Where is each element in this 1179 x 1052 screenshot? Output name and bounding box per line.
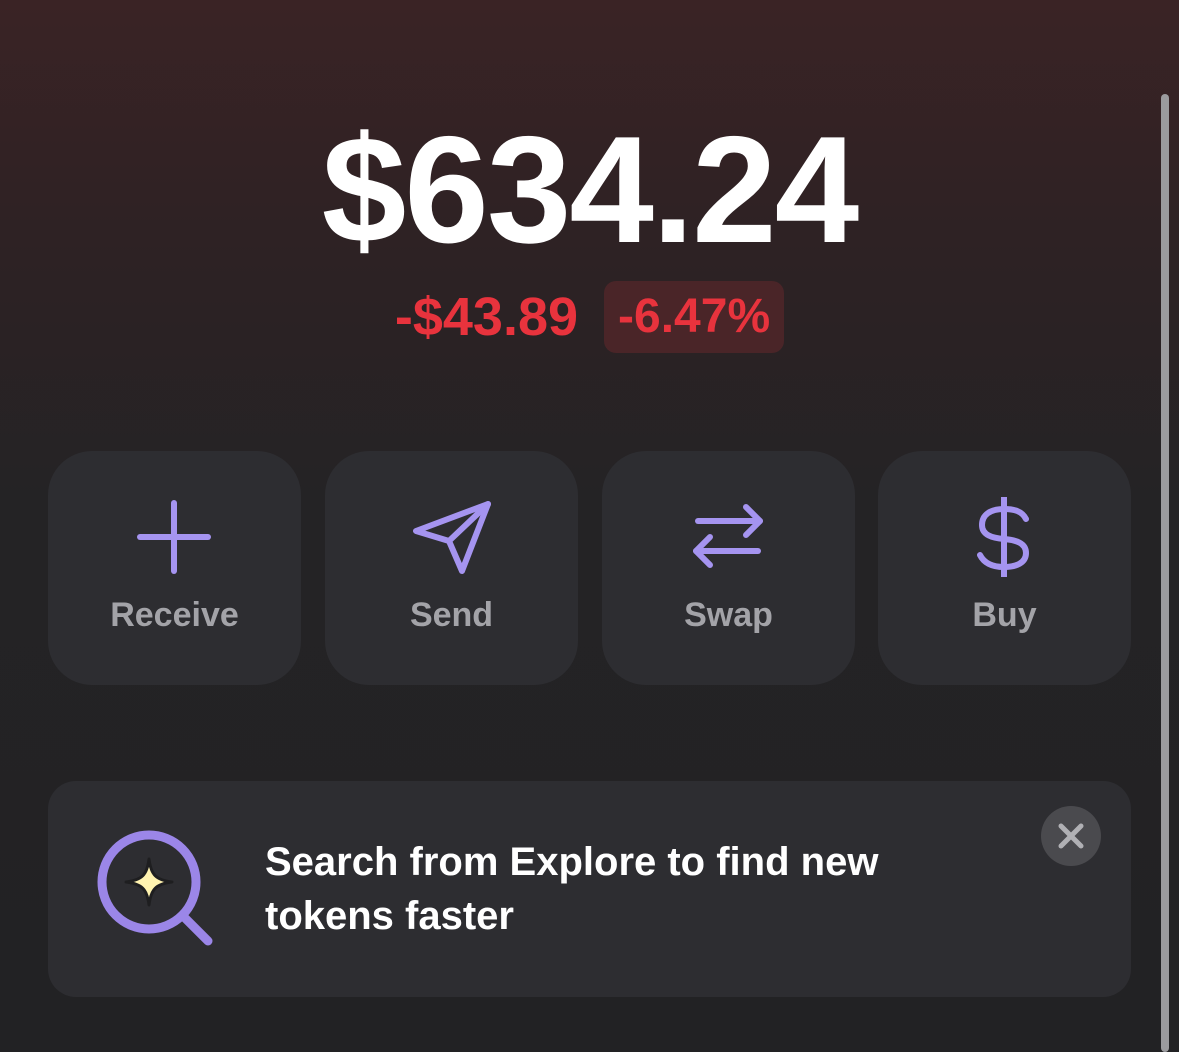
close-button[interactable] [1041, 806, 1101, 866]
status-bar-clipped [0, 0, 1179, 6]
send-button[interactable]: Send [325, 451, 578, 685]
send-icon [413, 501, 491, 574]
balance-change-row: -$43.89 -6.47% [0, 281, 1179, 353]
plus-icon [137, 500, 211, 574]
swap-button[interactable]: Swap [602, 451, 855, 685]
explore-search-icon [97, 830, 213, 946]
swap-icon [693, 504, 763, 568]
change-percent-badge: -6.47% [604, 281, 785, 353]
receive-button[interactable]: Receive [48, 451, 301, 685]
action-buttons: Receive Send Swap Buy [48, 451, 1131, 685]
explore-tip-text: Search from Explore to find new tokens f… [265, 840, 879, 938]
portfolio-balance: $634.24 [321, 105, 859, 275]
close-icon [1058, 823, 1084, 849]
swap-label: Swap [684, 596, 773, 634]
send-label: Send [409, 596, 494, 634]
buy-label: Buy [972, 596, 1037, 634]
explore-tip-banner[interactable]: Search from Explore to find new tokens f… [48, 781, 1131, 997]
receive-label: Receive [110, 596, 239, 634]
dollar-icon [977, 497, 1030, 577]
buy-button[interactable]: Buy [878, 451, 1131, 685]
change-amount: -$43.89 [394, 287, 579, 347]
